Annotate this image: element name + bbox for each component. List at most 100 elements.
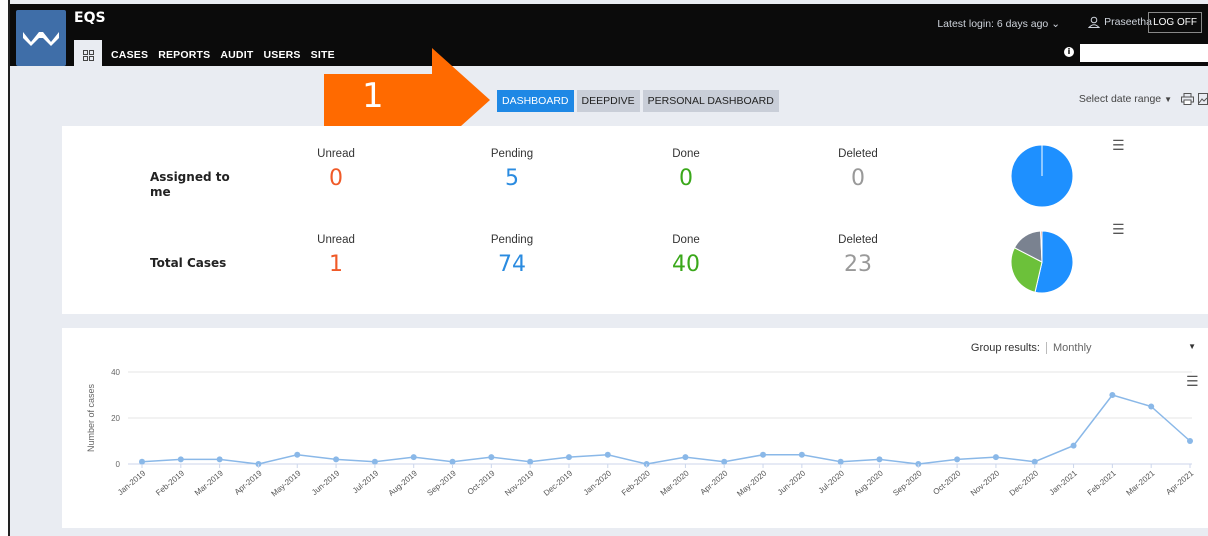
logoff-button[interactable]: LOG OFF — [1148, 12, 1202, 33]
assigned-deleted[interactable]: Deleted 0 — [798, 148, 918, 191]
logo-icon — [23, 32, 59, 46]
data-point[interactable] — [565, 454, 572, 461]
total-unread[interactable]: Unread 1 — [276, 234, 396, 277]
assigned-deleted-value: 0 — [851, 166, 865, 191]
group-results-label: Group results: — [970, 342, 1040, 354]
total-pending-value: 74 — [498, 252, 526, 277]
nav-audit[interactable]: AUDIT — [215, 40, 258, 70]
x-tick-label: Nov-2020 — [969, 468, 1002, 498]
data-point[interactable] — [449, 458, 456, 465]
x-tick-label: Jan-2021 — [1048, 468, 1080, 497]
x-tick-label: Jan-2020 — [582, 468, 614, 497]
data-point[interactable] — [527, 458, 534, 465]
assigned-label: Assigned to me — [150, 170, 230, 200]
total-cases-label: Total Cases — [150, 256, 227, 270]
total-deleted[interactable]: Deleted 23 — [798, 234, 918, 277]
x-tick-label: Sep-2019 — [425, 468, 458, 498]
tab-dashboard[interactable]: DASHBOARD — [497, 90, 574, 112]
eqs-logo[interactable] — [16, 10, 66, 66]
data-point[interactable] — [1031, 458, 1038, 465]
tab-deepdive[interactable]: DEEPDIVE — [576, 90, 640, 112]
group-results-select[interactable]: Monthly ▼ — [1046, 342, 1196, 354]
data-point[interactable] — [216, 456, 223, 463]
total-done[interactable]: Done 40 — [626, 234, 746, 277]
x-tick-label: Oct-2019 — [466, 468, 497, 496]
x-tick-label: Dec-2019 — [542, 468, 575, 498]
data-point[interactable] — [177, 456, 184, 463]
dashboard-tabs: DASHBOARD DEEPDIVE PERSONAL DASHBOARD — [497, 90, 779, 112]
x-tick-label: Mar-2020 — [659, 468, 691, 497]
x-tick-label: May-2019 — [270, 468, 303, 498]
assigned-unread[interactable]: Unread 0 — [276, 148, 396, 191]
total-deleted-value: 23 — [844, 252, 872, 277]
data-point[interactable] — [1187, 438, 1193, 444]
total-pending[interactable]: Pending 74 — [452, 234, 572, 277]
data-point[interactable] — [410, 454, 417, 461]
data-point[interactable] — [682, 454, 689, 461]
assigned-pending-value: 5 — [505, 166, 519, 191]
y-tick-label: 20 — [111, 414, 120, 423]
x-tick-label: Aug-2020 — [852, 468, 885, 498]
search-input[interactable] — [1080, 44, 1208, 62]
x-tick-label: Feb-2019 — [154, 468, 186, 497]
data-point[interactable] — [139, 458, 145, 465]
hamburger-menu-icon[interactable]: ☰ — [1112, 138, 1125, 154]
nav-reports[interactable]: REPORTS — [153, 40, 215, 70]
x-tick-label: Mar-2021 — [1124, 468, 1156, 497]
data-point[interactable] — [333, 456, 340, 463]
data-point[interactable] — [371, 458, 378, 465]
data-point[interactable] — [1070, 442, 1077, 449]
assigned-pending[interactable]: Pending 5 — [452, 148, 572, 191]
data-point[interactable] — [992, 454, 999, 461]
x-tick-label: Apr-2021 — [1164, 468, 1195, 496]
assigned-pie-chart[interactable] — [1010, 144, 1074, 208]
caret-down-icon: ▼ — [1188, 342, 1196, 351]
user-icon — [1088, 16, 1101, 28]
nav-users[interactable]: USERS — [258, 40, 305, 70]
data-point[interactable] — [1148, 403, 1155, 410]
group-results-value: Monthly — [1053, 342, 1092, 354]
assigned-unread-label: Unread — [317, 148, 355, 160]
assigned-done-label: Done — [672, 148, 700, 160]
app-frame: EQS CASES REPORTS AUDIT USERS SITE Lates… — [8, 0, 1208, 536]
assigned-done[interactable]: Done 0 — [626, 148, 746, 191]
assigned-pending-label: Pending — [490, 148, 534, 160]
x-tick-label: Mar-2019 — [193, 468, 225, 497]
tab-personal-dashboard[interactable]: PERSONAL DASHBOARD — [642, 90, 779, 112]
x-tick-label: Sep-2020 — [891, 468, 924, 498]
user-menu[interactable]: Praseetha — [1088, 16, 1152, 28]
data-point[interactable] — [837, 458, 844, 465]
data-point[interactable] — [1109, 392, 1116, 398]
hamburger-menu-icon[interactable]: ☰ — [1112, 222, 1125, 238]
date-range-label: Select date range — [1078, 93, 1162, 105]
summary-card: Assigned to me Unread 0 Pending 5 Done 0… — [62, 126, 1208, 314]
x-tick-label: Jul-2019 — [351, 468, 381, 495]
total-pie-chart[interactable] — [1010, 230, 1074, 294]
image-export-icon[interactable] — [1198, 93, 1208, 108]
data-point[interactable] — [721, 458, 728, 465]
info-icon[interactable]: i — [1064, 47, 1074, 57]
x-tick-label: Feb-2021 — [1086, 468, 1118, 497]
data-point[interactable] — [876, 456, 883, 463]
nav-cases[interactable]: CASES — [106, 40, 153, 70]
total-unread-value: 1 — [329, 252, 343, 277]
date-range-select[interactable]: Select date range ▼ — [1079, 93, 1172, 105]
data-point[interactable] — [954, 456, 961, 463]
data-point[interactable] — [488, 454, 495, 461]
latest-login[interactable]: Latest login: 6 days ago ⌄ — [937, 18, 1060, 30]
data-point[interactable] — [604, 451, 611, 458]
y-axis-label: Number of cases — [86, 383, 96, 452]
group-results: Group results: Monthly ▼ — [971, 342, 1196, 354]
y-tick-label: 0 — [116, 460, 121, 469]
data-point[interactable] — [294, 451, 301, 458]
top-bar: EQS CASES REPORTS AUDIT USERS SITE Lates… — [10, 4, 1208, 70]
print-icon[interactable] — [1181, 93, 1194, 108]
x-tick-label: Apr-2020 — [699, 468, 730, 496]
dashboard-grid-icon[interactable] — [74, 40, 102, 70]
data-point[interactable] — [760, 451, 767, 458]
main-nav: CASES REPORTS AUDIT USERS SITE — [74, 40, 340, 70]
total-pending-label: Pending — [490, 234, 534, 246]
data-point[interactable] — [798, 451, 805, 458]
x-tick-label: May-2020 — [735, 468, 768, 498]
assigned-label-line2: me — [150, 185, 171, 199]
